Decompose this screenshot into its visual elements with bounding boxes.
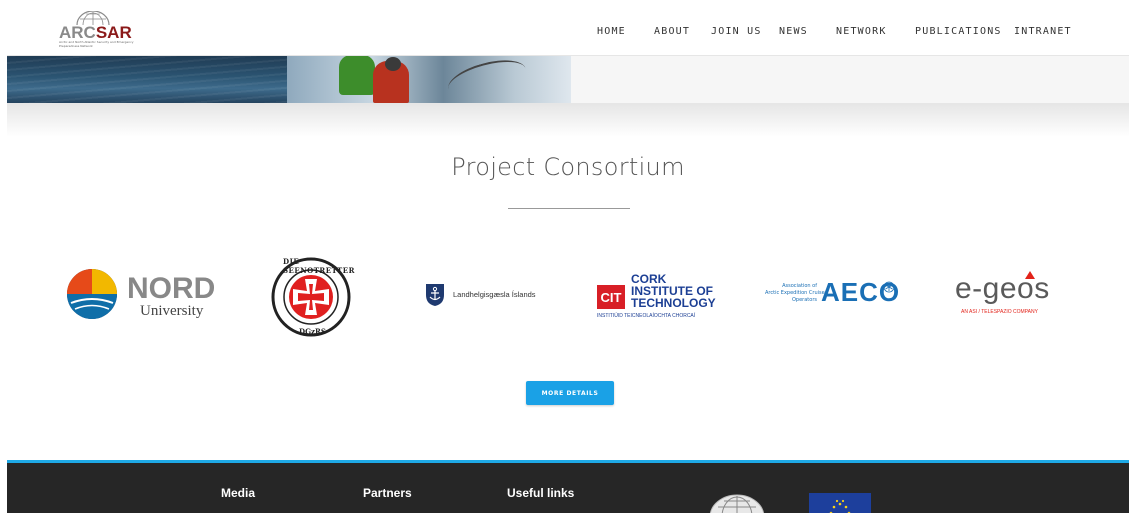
nord-name: NORD bbox=[127, 272, 216, 305]
site-footer: Media Partners Useful links bbox=[7, 460, 1129, 513]
nav-news[interactable]: NEWS bbox=[779, 26, 808, 37]
snowflake-icon bbox=[883, 281, 895, 293]
partner-e-geos[interactable]: e-geos AN ASI / TELESPAZIO COMPANY bbox=[955, 271, 1055, 321]
rescuer-green-suit bbox=[339, 55, 375, 95]
nav-join-us[interactable]: JOIN US bbox=[711, 26, 762, 37]
nav-about[interactable]: ABOUT bbox=[654, 26, 690, 37]
footer-useful-links-heading: Useful links bbox=[507, 486, 575, 500]
cit-badge: CIT bbox=[597, 285, 625, 309]
nord-sub: University bbox=[140, 303, 204, 319]
partner-dgzrs[interactable]: DIE SEENOTRETTER DGzRS bbox=[269, 251, 355, 341]
eu-flag bbox=[809, 493, 871, 513]
aeco-small1: Association of bbox=[782, 283, 817, 289]
eu-stars-icon bbox=[829, 499, 851, 513]
logo-wordmark: ARCSAR bbox=[59, 23, 132, 42]
more-details-button[interactable]: MORE DETAILS bbox=[526, 381, 614, 405]
partner-icelandic-coast-guard[interactable]: Landhelgisgæsla Íslands bbox=[425, 281, 545, 311]
red-accent-icon bbox=[1025, 271, 1035, 279]
nav-home[interactable]: HOME bbox=[597, 26, 626, 37]
footer-media-heading: Media bbox=[221, 486, 256, 500]
coast-guard-name: Landhelgisgæsla Íslands bbox=[453, 290, 536, 299]
footer-globe-icon bbox=[709, 494, 765, 513]
egeos-name: e-geos bbox=[955, 272, 1050, 305]
page: ARCSAR Arctic and North Atlantic Securit… bbox=[7, 7, 1129, 513]
logo-tagline: Arctic and North Atlantic Security and E… bbox=[59, 40, 134, 48]
anchor-shield-icon bbox=[426, 284, 444, 306]
title-divider bbox=[508, 208, 630, 209]
partner-cork-institute-of-technology[interactable]: CIT CORK INSTITUTE OF TECHNOLOGY INSTITI… bbox=[597, 273, 727, 325]
dgzrs-top-text: DIE SEENOTRETTER bbox=[283, 257, 355, 275]
dgzrs-bottom-text: DGzRS bbox=[299, 327, 326, 336]
section-title: Project Consortium bbox=[451, 153, 685, 181]
footer-partners-heading: Partners bbox=[363, 486, 412, 500]
nav-publications[interactable]: PUBLICATIONS bbox=[915, 26, 1002, 37]
partner-nord-university[interactable]: NORD University bbox=[65, 265, 215, 325]
aeco-small2: Arctic Expedition Cruise bbox=[765, 290, 825, 296]
banner-shadow bbox=[7, 103, 1129, 137]
sea-image bbox=[7, 55, 287, 103]
aeco-small3: Operators bbox=[792, 297, 817, 303]
helmet bbox=[385, 57, 401, 71]
arcsar-logo[interactable]: ARCSAR Arctic and North Atlantic Securit… bbox=[55, 11, 135, 51]
cit-line3: TECHNOLOGY bbox=[631, 296, 716, 310]
nord-logo-icon bbox=[67, 269, 117, 319]
hero-banner bbox=[7, 55, 1129, 103]
rope bbox=[444, 55, 530, 103]
egeos-sub: AN ASI / TELESPAZIO COMPANY bbox=[961, 309, 1038, 315]
partner-aeco[interactable]: Association of Arctic Expedition Cruise … bbox=[765, 277, 899, 317]
rescue-photo bbox=[287, 55, 571, 103]
site-header: ARCSAR Arctic and North Atlantic Securit… bbox=[7, 7, 1129, 56]
cit-irish: INSTITIÚID TEICNEOLAÍOCHTA CHORCAÍ bbox=[597, 313, 696, 319]
nav-network[interactable]: NETWORK bbox=[836, 26, 887, 37]
nav-intranet[interactable]: INTRANET bbox=[1014, 26, 1072, 37]
